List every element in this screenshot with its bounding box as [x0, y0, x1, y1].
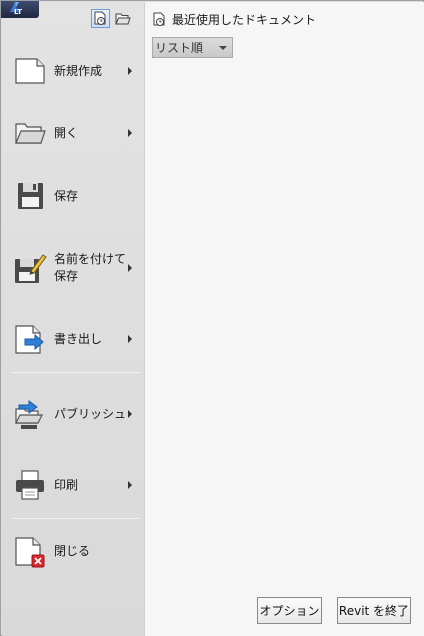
new-document-icon	[13, 54, 47, 88]
close-document-icon	[13, 534, 47, 568]
chevron-down-icon	[219, 46, 227, 50]
menu-item-label: 保存	[54, 188, 79, 203]
recent-documents-toggle[interactable]	[91, 9, 110, 28]
menu-item-export[interactable]: 書き出し	[6, 321, 136, 357]
menu-item-new[interactable]: 新規作成	[6, 53, 136, 89]
floppy-disk-icon	[13, 179, 47, 213]
open-documents-toggle[interactable]	[113, 9, 132, 28]
app-badge: LT	[14, 8, 23, 16]
recent-documents-icon	[94, 11, 106, 25]
open-folder-icon	[13, 116, 47, 150]
submenu-arrow-icon	[128, 481, 132, 489]
submenu-arrow-icon	[128, 129, 132, 137]
recent-documents-icon	[153, 12, 165, 26]
menu-item-label: 閉じる	[54, 543, 91, 558]
menu-separator	[12, 372, 140, 373]
recent-documents-title: 最近使用したドキュメント	[172, 13, 317, 27]
application-button[interactable]: LT	[1, 1, 39, 18]
options-button[interactable]: オプション	[257, 597, 322, 624]
menu-item-save-as[interactable]: 名前を付けて保存	[6, 248, 136, 288]
menu-item-label: 新規作成	[54, 63, 103, 78]
menu-item-label: パブリッシュ	[54, 406, 127, 421]
submenu-arrow-icon	[128, 410, 132, 418]
menu-item-label: 名前を付けて保存	[54, 252, 127, 283]
export-icon	[13, 322, 47, 356]
menu-separator	[12, 518, 140, 519]
printer-icon	[13, 468, 47, 502]
menu-item-save[interactable]: 保存	[6, 178, 136, 214]
submenu-arrow-icon	[128, 264, 132, 272]
menu-item-label: 印刷	[54, 477, 79, 492]
recent-documents-header: 最近使用したドキュメント	[152, 11, 316, 28]
exit-revit-button[interactable]: Revit を終了	[337, 597, 411, 624]
open-documents-icon	[114, 13, 131, 24]
sort-order-dropdown[interactable]: リスト順	[152, 37, 233, 58]
submenu-arrow-icon	[128, 335, 132, 343]
menu-item-print[interactable]: 印刷	[6, 467, 136, 503]
menu-item-label: 開く	[54, 125, 79, 140]
menu-item-close[interactable]: 閉じる	[6, 533, 136, 569]
save-as-icon	[13, 251, 47, 285]
menu-item-open[interactable]: 開く	[6, 115, 136, 151]
publish-icon	[13, 397, 47, 431]
submenu-arrow-icon	[128, 67, 132, 75]
menu-item-publish[interactable]: パブリッシュ	[6, 394, 136, 434]
recent-documents-panel	[144, 2, 424, 636]
menu-item-label: 書き出し	[54, 331, 103, 346]
sort-order-value: リスト順	[155, 41, 204, 55]
